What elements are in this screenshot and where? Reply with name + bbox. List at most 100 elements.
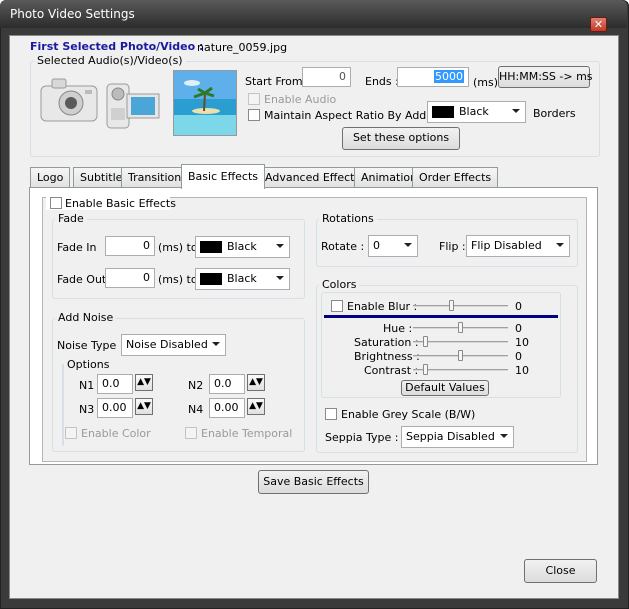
hhmmss-convert-button[interactable]: HH:MM:SS -> ms: [498, 66, 593, 88]
n1-label: N1: [79, 379, 95, 392]
fade-in-color-value: Black: [227, 240, 257, 253]
contrast-label: Contrast :: [364, 364, 419, 377]
set-options-button[interactable]: Set these options: [342, 127, 460, 150]
enable-color-label: Enable Color: [81, 427, 151, 440]
n2-input[interactable]: 0.0: [209, 374, 245, 394]
blur-slider-thumb[interactable]: [449, 300, 454, 311]
window-close-button[interactable]: ✕: [590, 17, 607, 32]
ends-input[interactable]: 5000: [397, 67, 469, 87]
enable-color-checkbox[interactable]: [65, 427, 77, 439]
hue-value: 0: [515, 322, 522, 335]
fade-out-color-value: Black: [227, 272, 257, 285]
ends-ms-unit: (ms): [473, 76, 499, 89]
rotate-label: Rotate :: [321, 240, 365, 253]
maintain-aspect-label: Maintain Aspect Ratio By Adding: [264, 109, 444, 122]
camera-icon: [38, 72, 100, 124]
save-basic-effects-button[interactable]: Save Basic Effects: [258, 470, 369, 494]
n1-spinner[interactable]: ▲▼: [135, 374, 153, 391]
contrast-slider-thumb[interactable]: [423, 364, 428, 375]
saturation-slider-thumb[interactable]: [423, 336, 428, 347]
n4-input[interactable]: 0.00: [209, 398, 245, 418]
add-noise-title: Add Noise: [55, 311, 117, 324]
start-from-input[interactable]: 0: [302, 67, 351, 87]
hue-label: Hue :: [383, 322, 413, 335]
borders-label: Borders: [533, 107, 576, 120]
tab-order-effects[interactable]: Order Effects: [412, 167, 499, 188]
border-color-select[interactable]: Black: [427, 101, 526, 123]
flip-label: Flip :: [439, 240, 466, 253]
brightness-slider-thumb[interactable]: [458, 350, 463, 361]
fade-in-label: Fade In: [57, 241, 97, 254]
enable-blur-label: Enable Blur :: [347, 300, 418, 313]
ends-value: 5000: [434, 70, 464, 83]
chevron-down-icon: [276, 244, 284, 248]
fade-out-label: Fade Out: [57, 273, 107, 286]
default-values-button[interactable]: Default Values: [401, 380, 489, 396]
blur-value: 0: [515, 300, 522, 313]
n1-input[interactable]: 0.0: [97, 374, 133, 394]
n4-label: N4: [188, 403, 204, 416]
spin-arrows-icon: ▲▼: [137, 377, 151, 387]
thumbnail-image: [173, 70, 237, 136]
ends-label: Ends :: [365, 75, 399, 88]
spin-arrows-icon: ▲▼: [137, 401, 151, 411]
chevron-down-icon: [512, 109, 520, 113]
seppia-type-select[interactable]: Seppia Disabled: [401, 426, 514, 448]
noise-options-group: [62, 364, 64, 446]
chevron-down-icon: [500, 434, 508, 438]
chevron-down-icon: [276, 276, 284, 280]
selected-filename: nature_0059.jpg: [197, 41, 288, 54]
window-title: Photo Video Settings: [10, 7, 135, 21]
n3-spinner[interactable]: ▲▼: [135, 398, 153, 415]
close-icon: ✕: [593, 18, 604, 31]
black-swatch: [432, 106, 454, 118]
rotate-value: 0: [373, 239, 380, 252]
enable-temporal-checkbox[interactable]: [185, 427, 197, 439]
seppia-type-value: Seppia Disabled: [406, 430, 495, 443]
noise-type-select[interactable]: Noise Disabled: [121, 334, 226, 356]
enable-basic-effects-checkbox[interactable]: [50, 197, 62, 209]
enable-basic-effects-label: Enable Basic Effects: [65, 197, 176, 210]
noise-type-label: Noise Type :: [57, 339, 124, 352]
hue-slider-thumb[interactable]: [458, 322, 463, 333]
tab-advanced-effects[interactable]: Advanced Effects: [258, 167, 368, 188]
chevron-down-icon: [404, 243, 412, 247]
close-button[interactable]: Close: [524, 559, 597, 583]
fade-out-input[interactable]: 0: [105, 268, 155, 288]
blur-separator: [324, 315, 558, 318]
saturation-value: 10: [515, 336, 529, 349]
first-selected-label: First Selected Photo/Video :: [30, 40, 204, 53]
grey-scale-checkbox[interactable]: [325, 408, 337, 420]
noise-options-title: Options: [64, 358, 113, 371]
brightness-value: 0: [515, 350, 522, 363]
rotate-select[interactable]: 0: [368, 235, 418, 257]
noise-type-value: Noise Disabled: [126, 338, 208, 351]
tab-logo[interactable]: Logo: [30, 167, 71, 188]
border-color-value: Black: [459, 105, 489, 118]
enable-audio-label: Enable Audio: [264, 93, 337, 106]
flip-value: Flip Disabled: [471, 239, 542, 252]
chevron-down-icon: [556, 243, 564, 247]
fade-in-input[interactable]: 0: [105, 236, 155, 256]
black-swatch: [200, 273, 222, 285]
grey-scale-label: Enable Grey Scale (B/W): [341, 408, 476, 421]
seppia-type-label: Seppia Type :: [325, 431, 399, 444]
enable-temporal-label: Enable Temporal: [201, 427, 293, 440]
enable-blur-checkbox[interactable]: [331, 300, 343, 312]
n4-spinner[interactable]: ▲▼: [247, 398, 265, 415]
n3-label: N3: [79, 403, 95, 416]
colors-title: Colors: [319, 278, 360, 291]
fade-out-color-select[interactable]: Black: [195, 268, 290, 290]
n3-input[interactable]: 0.00: [97, 398, 133, 418]
flip-select[interactable]: Flip Disabled: [466, 235, 570, 257]
camcorder-icon: [104, 76, 162, 132]
maintain-aspect-checkbox[interactable]: [248, 109, 260, 121]
fade-in-color-select[interactable]: Black: [195, 236, 290, 258]
fade-title: Fade: [55, 212, 87, 225]
blur-slider[interactable]: [413, 305, 508, 307]
n2-spinner[interactable]: ▲▼: [247, 374, 265, 391]
brightness-label: Brightness :: [354, 350, 420, 363]
tab-basic-effects[interactable]: Basic Effects: [181, 164, 266, 189]
start-from-label: Start From :: [245, 75, 310, 88]
enable-audio-checkbox[interactable]: [248, 93, 260, 105]
